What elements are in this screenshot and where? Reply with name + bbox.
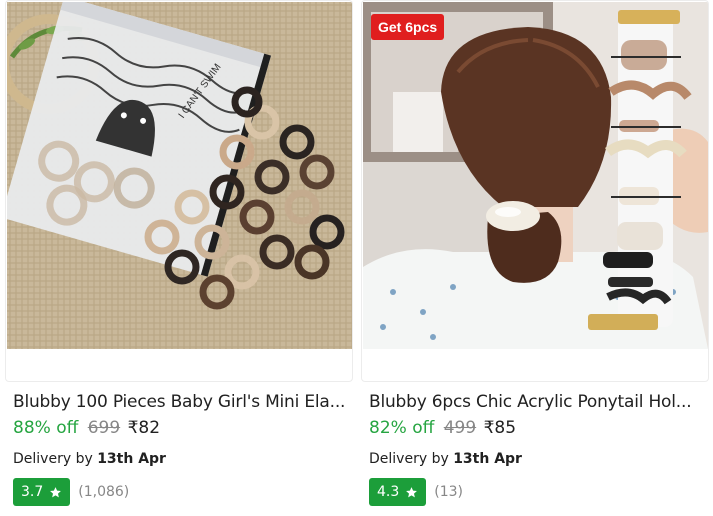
rating-count: (1,086) bbox=[78, 484, 130, 500]
product-card[interactable]: I CAN'T SWIM Blubby 100 Pieces Baby Girl… bbox=[5, 0, 353, 516]
star-icon bbox=[50, 486, 62, 497]
rating-value: 4.3 bbox=[377, 484, 400, 500]
rating-badge: 4.3 bbox=[369, 478, 427, 506]
rating-badge: 3.7 bbox=[13, 478, 71, 506]
delivery-prefix: Delivery by bbox=[369, 451, 449, 467]
delivery-date: 13th Apr bbox=[97, 451, 166, 467]
hair-ties-pack-image[interactable]: I CAN'T SWIM bbox=[7, 2, 352, 349]
price-row: 82% off 499 ₹85 bbox=[369, 418, 516, 438]
discount-label: 88% off bbox=[13, 418, 79, 438]
delivery-info: Delivery by 13th Apr bbox=[13, 451, 166, 467]
rating-value: 3.7 bbox=[21, 484, 44, 500]
star-icon bbox=[406, 486, 418, 497]
product-title[interactable]: Blubby 6pcs Chic Acrylic Ponytail Hol... bbox=[369, 392, 707, 412]
ponytail-holder-image[interactable] bbox=[363, 2, 708, 349]
product-title[interactable]: Blubby 100 Pieces Baby Girl's Mini Ela..… bbox=[13, 392, 351, 412]
product-grid: I CAN'T SWIM Blubby 100 Pieces Baby Girl… bbox=[0, 0, 713, 516]
mrp-price: 499 bbox=[443, 418, 477, 438]
rating-count: (13) bbox=[434, 484, 464, 500]
selling-price: ₹85 bbox=[483, 418, 517, 438]
product-image-frame[interactable]: Get 6pcs bbox=[361, 0, 709, 382]
selling-price: ₹82 bbox=[127, 418, 161, 438]
rating-row: 4.3 (13) bbox=[369, 478, 463, 506]
discount-label: 82% off bbox=[369, 418, 435, 438]
price-row: 88% off 699 ₹82 bbox=[13, 418, 160, 438]
product-image-frame[interactable]: I CAN'T SWIM bbox=[5, 0, 353, 382]
mrp-price: 699 bbox=[87, 418, 121, 438]
delivery-info: Delivery by 13th Apr bbox=[369, 451, 522, 467]
rating-row: 3.7 (1,086) bbox=[13, 478, 129, 506]
promo-badge: Get 6pcs bbox=[371, 14, 445, 40]
delivery-prefix: Delivery by bbox=[13, 451, 93, 467]
product-card[interactable]: Get 6pcs Blubby 6pcs Chic Acrylic Ponyta… bbox=[361, 0, 709, 516]
delivery-date: 13th Apr bbox=[453, 451, 522, 467]
